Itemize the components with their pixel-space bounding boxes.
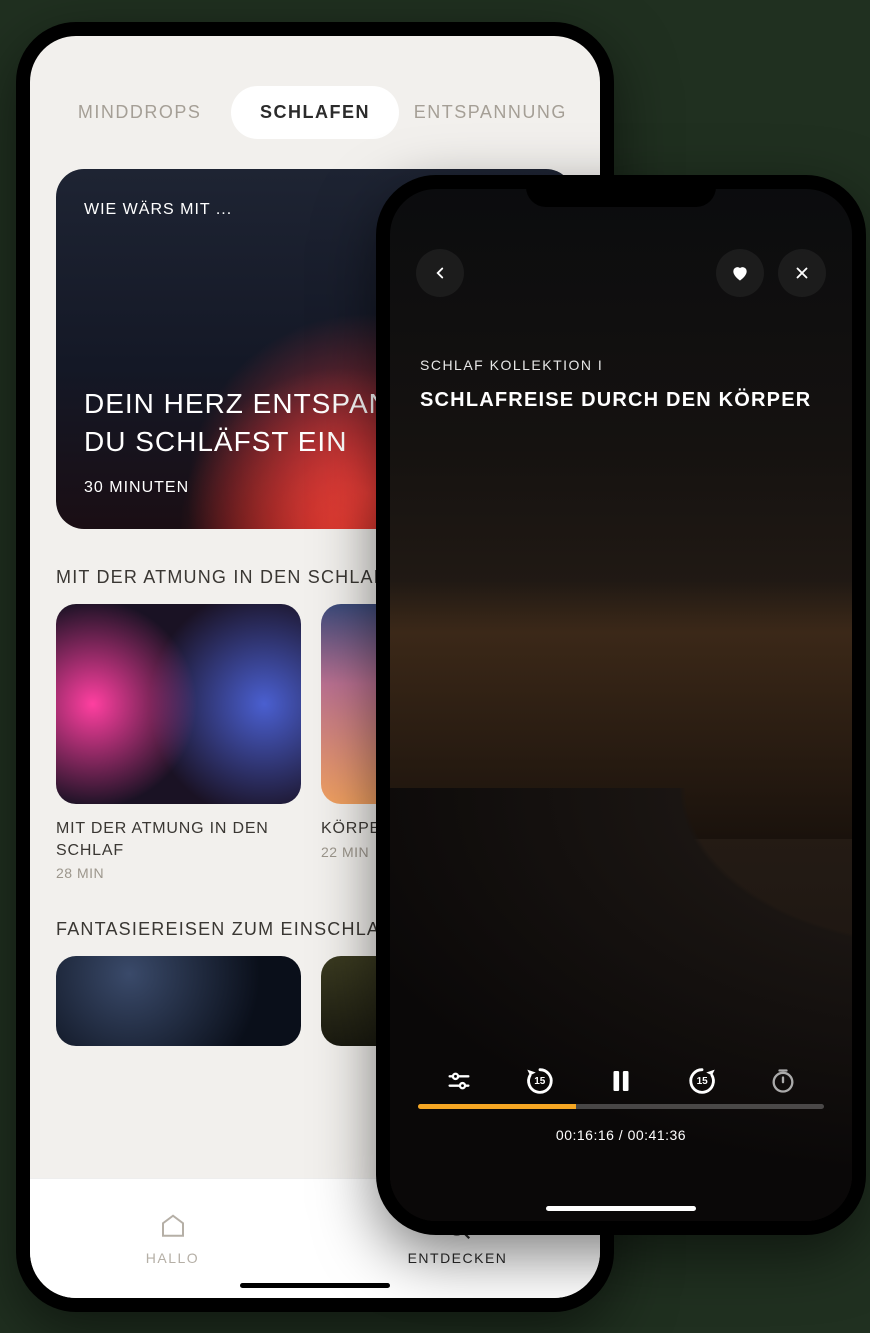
track-thumbnail — [56, 956, 301, 1046]
home-indicator[interactable] — [240, 1283, 390, 1288]
player-track-title: SCHLAFREISE DURCH DEN KÖRPER — [420, 389, 822, 412]
progress-track — [418, 1104, 824, 1109]
tab-minddrops[interactable]: MINDDROPS — [56, 86, 223, 139]
nav-label: HALLO — [146, 1250, 199, 1266]
favorite-button[interactable] — [716, 249, 764, 297]
timer-icon — [769, 1067, 797, 1095]
nav-hallo[interactable]: HALLO — [30, 1179, 315, 1298]
back-button[interactable] — [416, 249, 464, 297]
tab-entspannung[interactable]: ENTSPANNUNG — [407, 86, 574, 139]
time-current: 00:16:16 — [556, 1127, 615, 1143]
skip-seconds-label: 15 — [523, 1064, 557, 1098]
track-thumbnail — [56, 604, 301, 804]
time-separator: / — [614, 1127, 627, 1143]
forward-15-icon: 15 — [685, 1064, 719, 1098]
track-card[interactable]: MIT DER ATMUNG IN DEN SCHLAF 28 MIN — [56, 604, 301, 881]
chevron-left-icon — [431, 264, 449, 282]
time-label: 00:16:16 / 00:41:36 — [418, 1127, 824, 1143]
progress-bar[interactable]: 00:16:16 / 00:41:36 — [418, 1104, 824, 1143]
tab-schlafen[interactable]: SCHLAFEN — [231, 86, 398, 139]
player-collection: SCHLAF KOLLEKTION I — [420, 357, 822, 373]
track-title: MIT DER ATMUNG IN DEN SCHLAF — [56, 818, 301, 861]
heart-icon — [730, 263, 750, 283]
home-indicator[interactable] — [546, 1206, 696, 1211]
close-icon — [793, 264, 811, 282]
forward-15-button[interactable]: 15 — [682, 1061, 722, 1101]
close-button[interactable] — [778, 249, 826, 297]
settings-button[interactable] — [439, 1061, 479, 1101]
player-meta: SCHLAF KOLLEKTION I SCHLAFREISE DURCH DE… — [390, 297, 852, 412]
pause-icon — [606, 1066, 636, 1096]
home-icon — [158, 1212, 188, 1242]
player-artwork-tracks — [390, 788, 852, 1221]
pause-button[interactable] — [601, 1061, 641, 1101]
skip-seconds-label: 15 — [685, 1064, 719, 1098]
notch — [526, 175, 716, 207]
time-total: 00:41:36 — [628, 1127, 687, 1143]
sliders-icon — [445, 1067, 473, 1095]
track-duration: 28 MIN — [56, 865, 301, 881]
player-screen: SCHLAF KOLLEKTION I SCHLAFREISE DURCH DE… — [390, 189, 852, 1221]
rewind-15-icon: 15 — [523, 1064, 557, 1098]
sleep-timer-button[interactable] — [763, 1061, 803, 1101]
track-card[interactable] — [56, 956, 301, 1046]
category-tabs: MINDDROPS SCHLAFEN ENTSPANNUNG — [30, 36, 600, 169]
nav-label: ENTDECKEN — [408, 1250, 508, 1266]
rewind-15-button[interactable]: 15 — [520, 1061, 560, 1101]
player-controls: 15 15 — [390, 1061, 852, 1101]
progress-fill — [418, 1104, 576, 1109]
phone-player: SCHLAF KOLLEKTION I SCHLAFREISE DURCH DE… — [376, 175, 866, 1235]
